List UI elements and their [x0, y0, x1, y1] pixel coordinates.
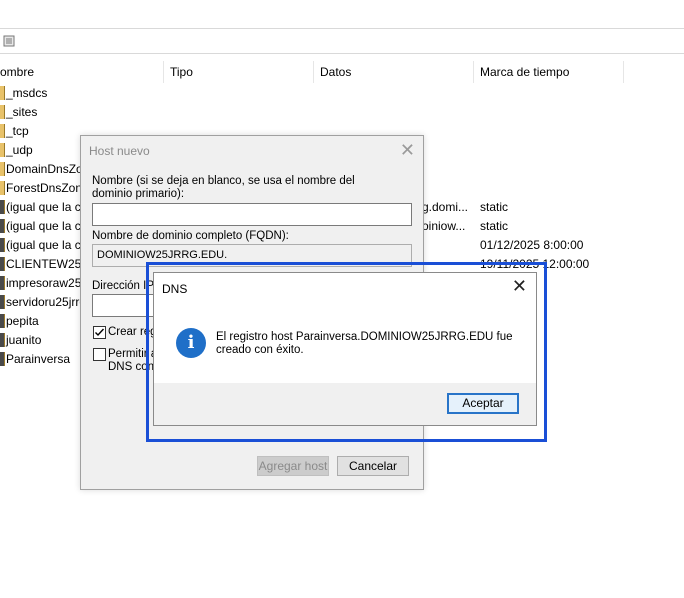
dialog-message: El registro host Parainversa.DOMINIOW25J…: [216, 331, 513, 356]
check-icon: [95, 328, 105, 337]
column-header: ombre Tipo Datos Marca de tiempo: [0, 61, 684, 83]
record-name: DomainDnsZo: [6, 162, 83, 176]
host-record-icon: [0, 314, 5, 328]
toolbar: [0, 28, 684, 54]
dns-message-dialog: DNS ✕ i El registro host Parainversa.DOM…: [153, 272, 537, 426]
record-timestamp: static: [480, 219, 509, 233]
record-name: _sites: [6, 105, 38, 119]
allow-update-checkbox[interactable]: [93, 348, 106, 361]
host-record-icon: [0, 257, 5, 271]
record-timestamp: 01/12/2025 8:00:00: [480, 238, 584, 252]
info-icon: i: [176, 328, 206, 358]
record-name: _tcp: [6, 124, 29, 138]
close-icon[interactable]: ✕: [400, 140, 415, 161]
column-name[interactable]: ombre: [0, 61, 164, 83]
record-data: g.domi...: [422, 200, 469, 214]
record-name: impresoraw25: [6, 276, 82, 290]
record-name: (igual que la c: [6, 238, 81, 252]
column-timestamp[interactable]: Marca de tiempo: [474, 61, 624, 83]
folder-icon: [0, 105, 5, 119]
dialog-title: Host nuevo: [89, 144, 150, 158]
record-name: _msdcs: [6, 86, 48, 100]
record-name: Parainversa: [6, 352, 71, 366]
host-record-icon: [0, 295, 5, 309]
record-timestamp: static: [480, 200, 509, 214]
properties-icon[interactable]: [3, 35, 15, 47]
add-host-button[interactable]: Agregar host: [257, 456, 329, 476]
ok-button[interactable]: Aceptar: [447, 393, 519, 414]
cancel-button[interactable]: Cancelar: [337, 456, 409, 476]
dialog-body: [154, 273, 536, 383]
folder-icon: [0, 162, 5, 176]
name-input[interactable]: [92, 203, 412, 226]
column-data[interactable]: Datos: [314, 61, 474, 83]
record-data: oiniow...: [422, 219, 466, 233]
record-name: servidoru25jrrg: [6, 295, 87, 309]
column-type[interactable]: Tipo: [164, 61, 314, 83]
host-record-icon: [0, 219, 5, 233]
record-name: ForestDnsZon: [6, 181, 83, 195]
folder-icon: [0, 86, 5, 100]
folder-icon: [0, 181, 5, 195]
list-item[interactable]: _msdcs: [0, 84, 684, 103]
close-icon[interactable]: ✕: [512, 276, 527, 297]
name-label: Nombre (si se deja en blanco, se usa el …: [92, 175, 355, 200]
create-ptr-checkbox[interactable]: [93, 326, 106, 339]
host-record-icon: [0, 333, 5, 347]
record-name: _udp: [6, 143, 33, 157]
list-item[interactable]: _sites: [0, 103, 684, 122]
host-record-icon: [0, 238, 5, 252]
record-name: pepita: [6, 314, 39, 328]
folder-icon: [0, 143, 5, 157]
record-name: (igual que la c: [6, 219, 81, 233]
record-name: (igual que la c: [6, 200, 81, 214]
host-record-icon: [0, 200, 5, 214]
dialog-title: DNS: [162, 282, 188, 296]
host-record-icon: [0, 276, 5, 290]
folder-icon: [0, 124, 5, 138]
fqdn-label: Nombre de dominio completo (FQDN):: [92, 230, 289, 242]
host-record-icon: [0, 352, 5, 366]
record-name: juanito: [6, 333, 42, 347]
